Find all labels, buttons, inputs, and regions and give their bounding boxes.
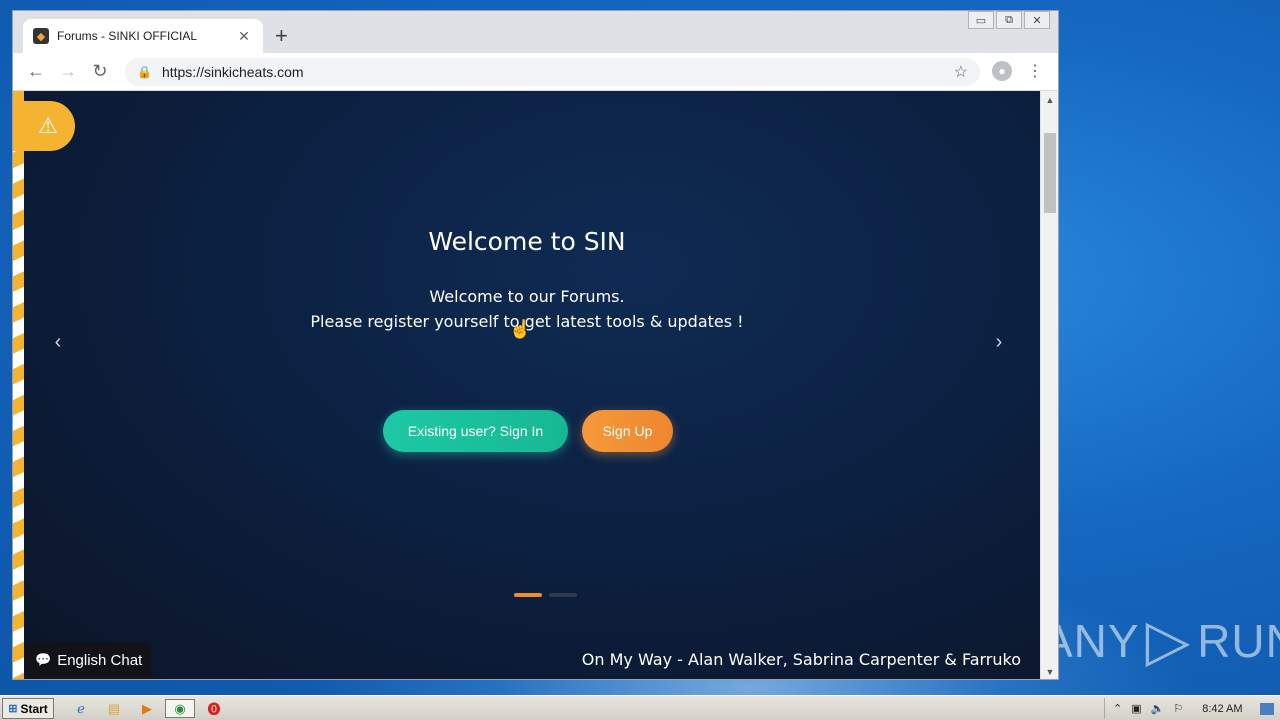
- taskbar: ⊞ Start ℯ ▤ ▶ ◉ ⓿ ⌃ ▣ 🔈 ⚐ 8:42 AM: [0, 695, 1280, 720]
- window-controls: ▭ ⧉ ✕: [966, 11, 1050, 29]
- internet-explorer-icon[interactable]: ℯ: [70, 699, 92, 718]
- new-tab-button[interactable]: +: [275, 25, 288, 47]
- volume-icon[interactable]: 🔈: [1151, 702, 1165, 715]
- minimize-button[interactable]: ▭: [968, 11, 994, 29]
- tab-title: Forums - SINKI OFFICIAL: [57, 29, 198, 43]
- network-icon[interactable]: ▣: [1131, 702, 1141, 715]
- bookmark-star-icon[interactable]: ☆: [954, 62, 968, 82]
- hero-subtitle-line1: Welcome to our Forums.: [429, 287, 625, 306]
- reload-button[interactable]: ↻: [89, 61, 111, 82]
- chrome-taskbar-icon[interactable]: ◉: [165, 699, 195, 718]
- browser-window: ◆ Forums - SINKI OFFICIAL ✕ + ▭ ⧉ ✕ ← → …: [12, 10, 1059, 680]
- browser-toolbar: ← → ↻ 🔒 https://sinkicheats.com ☆ ● ⋮: [13, 53, 1058, 91]
- scroll-thumb[interactable]: [1044, 133, 1056, 213]
- page-scrollbar[interactable]: ▲ ▼: [1040, 91, 1058, 679]
- tray-expand-icon[interactable]: ⌃: [1113, 702, 1122, 715]
- show-desktop-button[interactable]: [1259, 702, 1274, 715]
- tab-forums[interactable]: ◆ Forums - SINKI OFFICIAL ✕: [23, 19, 263, 53]
- title-bar: ◆ Forums - SINKI OFFICIAL ✕ + ▭ ⧉ ✕: [13, 11, 1058, 53]
- alert-badge[interactable]: ⚠: [13, 101, 75, 151]
- close-tab-icon[interactable]: ✕: [235, 28, 253, 45]
- lock-icon: 🔒: [137, 65, 152, 79]
- warning-stripe: [13, 91, 24, 679]
- page-viewport: ⚠ Welcome to SIN Welcome to our Forums. …: [13, 91, 1041, 679]
- restore-button[interactable]: ⧉: [996, 11, 1022, 29]
- system-tray: ⌃ ▣ 🔈 ⚐ 8:42 AM: [1104, 698, 1280, 719]
- back-button[interactable]: ←: [25, 61, 47, 82]
- action-center-flag-icon[interactable]: ⚐: [1173, 702, 1183, 715]
- start-label: Start: [20, 701, 48, 716]
- carousel-dot-1[interactable]: [514, 593, 542, 597]
- windows-logo-icon: ⊞: [8, 703, 18, 715]
- url-text[interactable]: https://sinkicheats.com: [162, 64, 954, 80]
- forward-button[interactable]: →: [57, 61, 79, 82]
- scroll-down-icon[interactable]: ▼: [1041, 667, 1059, 677]
- media-player-icon[interactable]: ▶: [136, 699, 158, 718]
- warning-icon: ⚠: [38, 113, 58, 138]
- chat-bubble-icon: 💬: [35, 652, 52, 667]
- close-window-button[interactable]: ✕: [1024, 11, 1050, 29]
- now-playing-song: On My Way - Alan Walker, Sabrina Carpent…: [581, 650, 1021, 669]
- carousel-dot-2[interactable]: [549, 593, 577, 597]
- play-icon: ▷: [1145, 608, 1192, 673]
- clock[interactable]: 8:42 AM: [1202, 703, 1242, 715]
- chat-label: English Chat: [57, 651, 143, 669]
- english-chat-button[interactable]: 💬 English Chat: [25, 642, 151, 678]
- sign-up-button[interactable]: Sign Up: [582, 410, 673, 452]
- start-button[interactable]: ⊞ Start: [2, 698, 54, 719]
- opera-icon[interactable]: ⓿: [203, 699, 225, 718]
- profile-avatar-icon[interactable]: ●: [992, 61, 1012, 81]
- file-explorer-icon[interactable]: ▤: [103, 699, 125, 718]
- scroll-up-icon[interactable]: ▲: [1041, 95, 1059, 105]
- anyrun-watermark: ANY ▷ RUN: [1042, 606, 1280, 676]
- carousel-next-icon[interactable]: ›: [987, 331, 1011, 354]
- browser-menu-icon[interactable]: ⋮: [1027, 61, 1043, 81]
- carousel-prev-icon[interactable]: ‹: [46, 331, 70, 354]
- watermark-right-text: RUN: [1197, 615, 1280, 667]
- sign-in-button[interactable]: Existing user? Sign In: [383, 410, 568, 452]
- hand-cursor-icon: ☝: [509, 319, 532, 339]
- hero-title: Welcome to SIN: [428, 227, 626, 256]
- site-favicon-icon: ◆: [33, 28, 49, 44]
- address-bar[interactable]: 🔒 https://sinkicheats.com ☆: [125, 58, 980, 86]
